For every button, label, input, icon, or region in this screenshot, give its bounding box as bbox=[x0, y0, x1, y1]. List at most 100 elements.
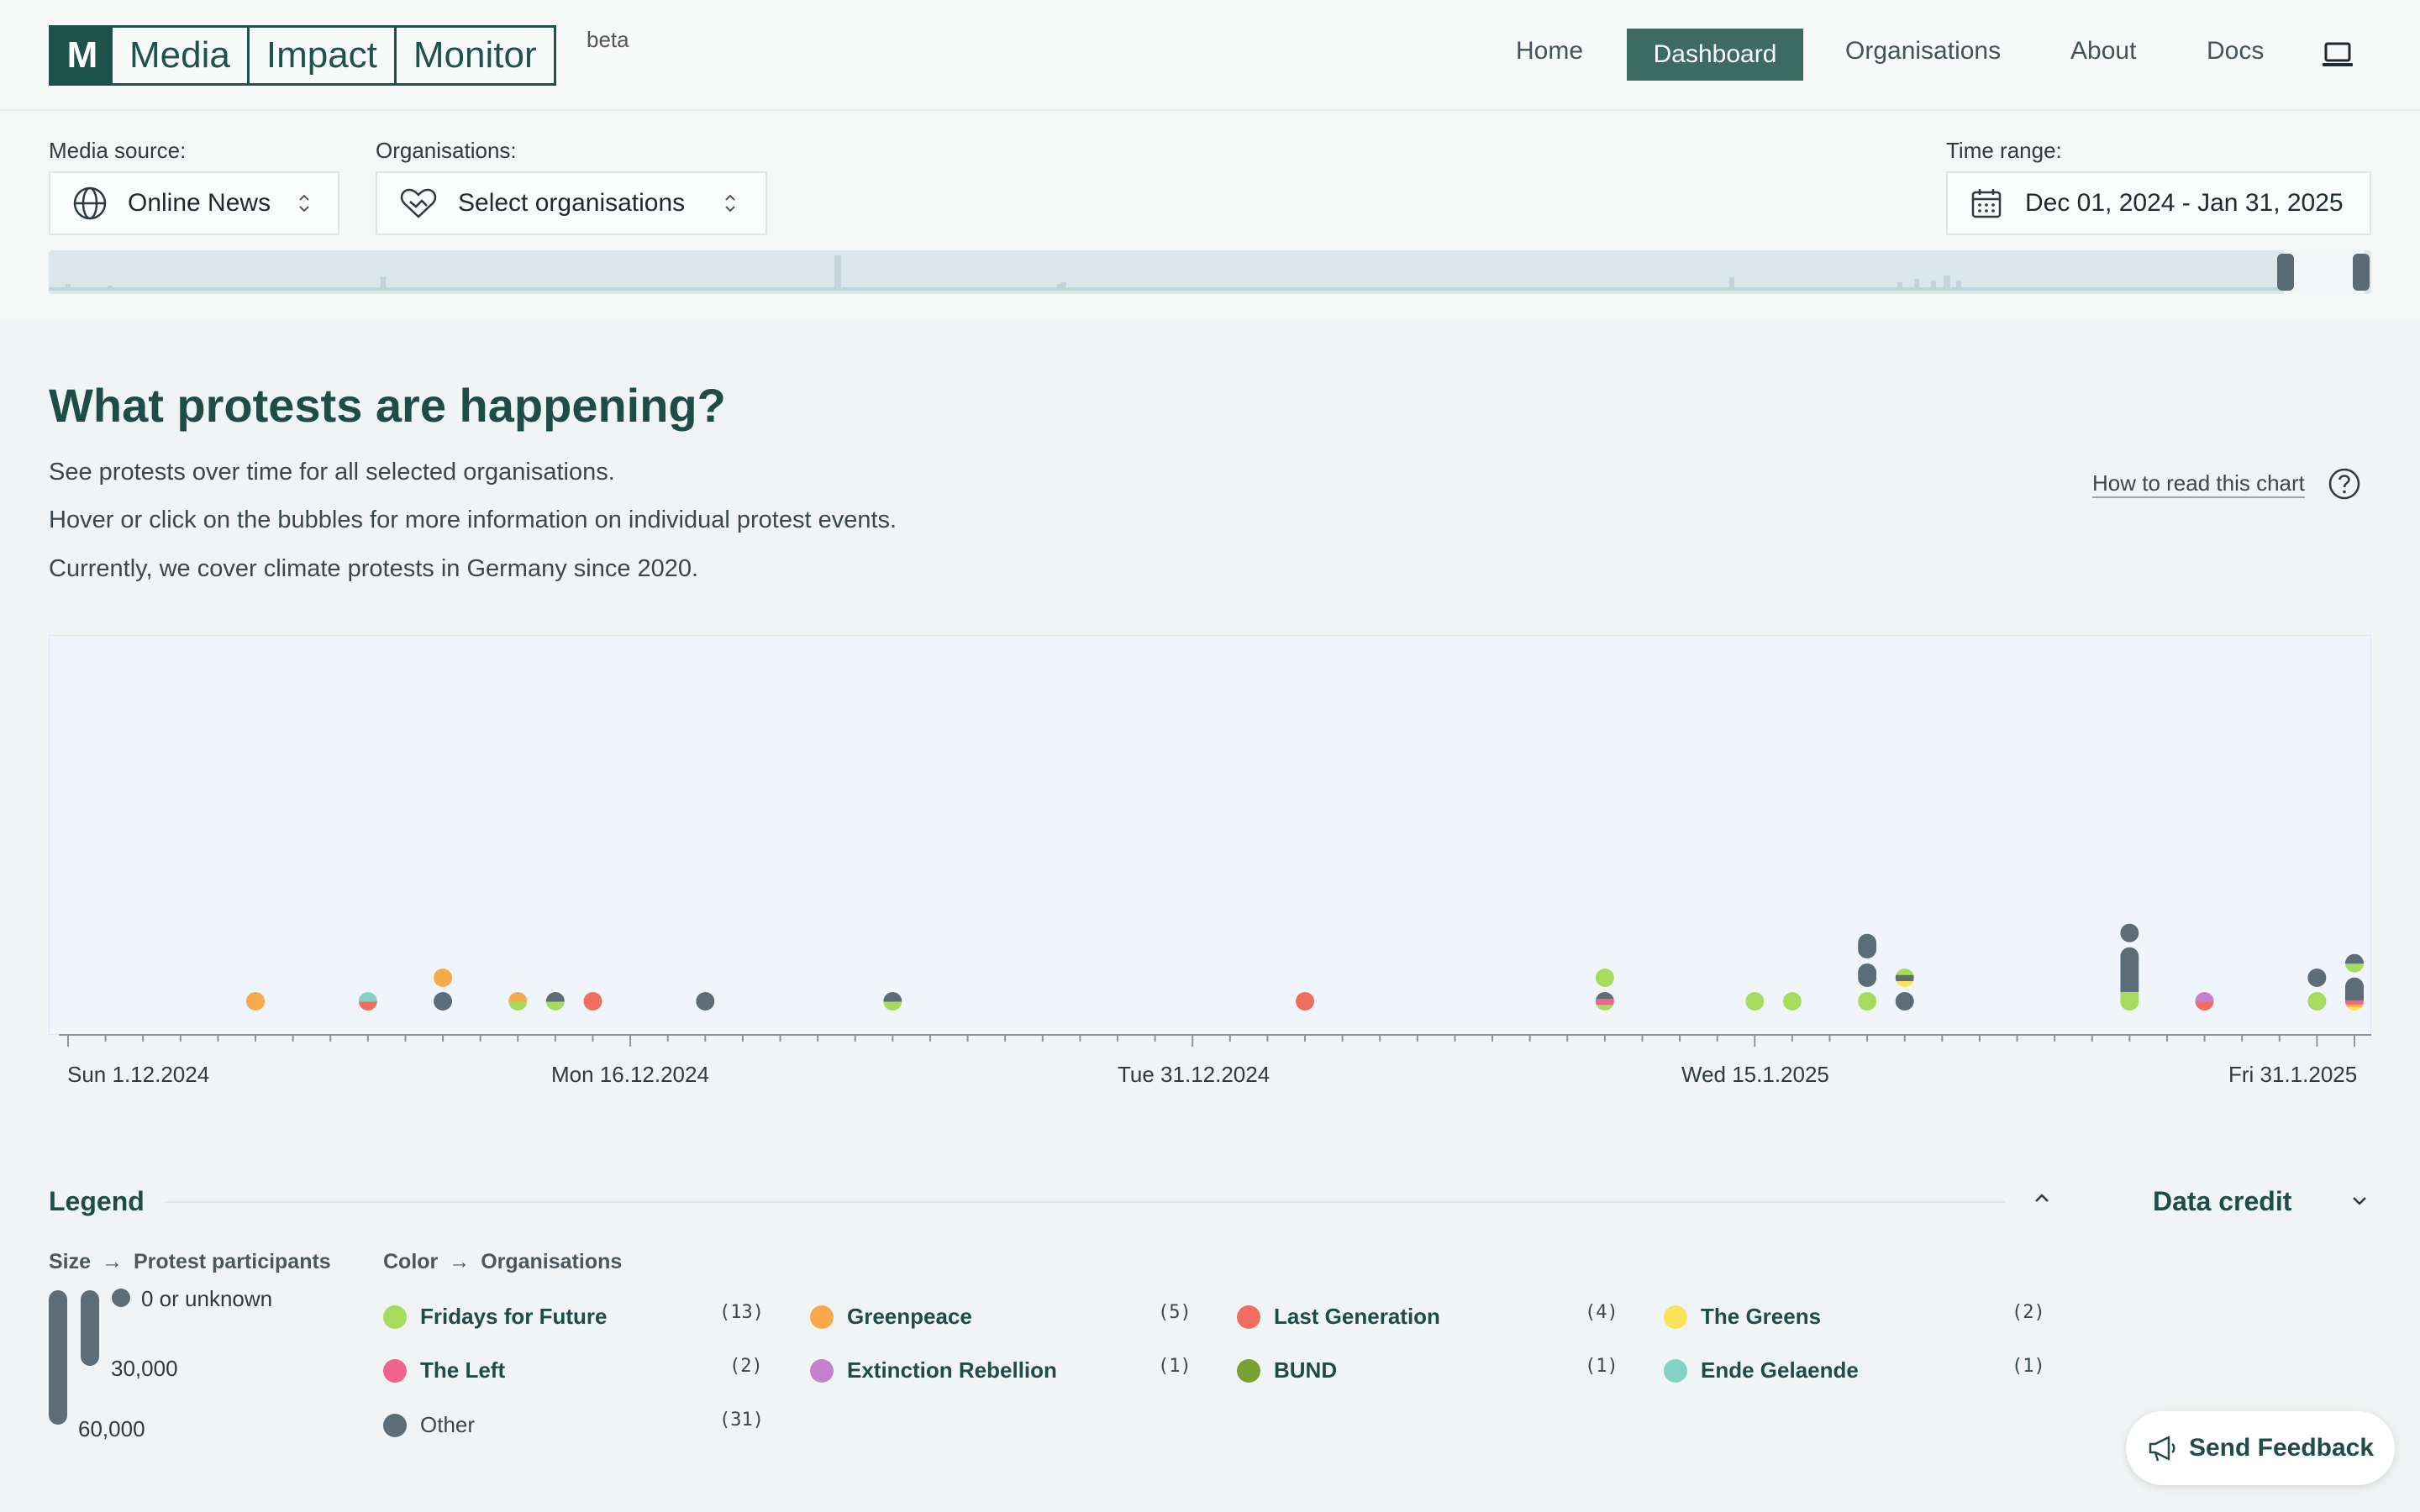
protest-event-segment bbox=[2195, 1001, 2214, 1011]
protest-event-bubble bbox=[508, 992, 528, 1011]
legend-swatch bbox=[383, 1358, 407, 1383]
protest-event-segment bbox=[358, 992, 377, 1002]
protest-event-bubble bbox=[2120, 923, 2139, 942]
protest-event-segment bbox=[545, 1001, 565, 1011]
protest-event-segment bbox=[1782, 992, 1802, 1011]
protest-event-segment bbox=[434, 992, 453, 1011]
protest-event-segment bbox=[508, 1001, 528, 1011]
protest-event-bubble bbox=[434, 992, 453, 1011]
protest-event-segment bbox=[358, 1001, 377, 1011]
protest-event-segment bbox=[2120, 991, 2139, 1011]
protest-event-segment bbox=[1858, 992, 1877, 1011]
protest-event-segment bbox=[246, 992, 266, 1011]
protest-event-segment bbox=[2120, 947, 2139, 992]
protest-chart[interactable] bbox=[0, 0, 2420, 1512]
legend-count: (13) bbox=[719, 1302, 764, 1323]
protest-event-bubble bbox=[1782, 992, 1802, 1011]
protest-event-segment bbox=[2345, 1004, 2364, 1007]
arrow-right-icon: → bbox=[449, 1250, 471, 1273]
size-bar-large bbox=[49, 1290, 67, 1425]
protest-event-bubble bbox=[434, 969, 453, 987]
legend-item-ende-gelaende[interactable]: Ende Gelaende bbox=[1664, 1357, 1859, 1383]
protest-event-bubble bbox=[2307, 969, 2327, 987]
protest-event-segment bbox=[2345, 977, 2364, 1000]
size-legend-heading: Size → Protest participants bbox=[49, 1250, 331, 1273]
protest-event-segment bbox=[1895, 992, 1914, 1011]
protest-event-bubble bbox=[1296, 992, 1315, 1011]
chevron-down-icon[interactable] bbox=[2349, 1194, 2370, 1208]
chevron-up-icon[interactable] bbox=[2032, 1191, 2052, 1205]
protest-event-segment bbox=[2345, 1000, 2364, 1005]
legend-swatch bbox=[810, 1305, 834, 1329]
x-tick-label: Tue 31.12.2024 bbox=[1118, 1062, 1270, 1087]
protest-event-bubble bbox=[246, 992, 266, 1011]
size-label-0: 0 or unknown bbox=[141, 1286, 273, 1311]
legend-count: (1) bbox=[2012, 1356, 2045, 1377]
protest-event-segment bbox=[434, 969, 453, 987]
legend-swatch bbox=[810, 1358, 834, 1383]
protest-event-segment bbox=[883, 992, 902, 1002]
size-label-60000: 60,000 bbox=[78, 1416, 145, 1441]
x-tick-label: Mon 16.12.2024 bbox=[551, 1062, 709, 1087]
protest-event-bubble bbox=[1895, 969, 1914, 987]
protest-event-segment bbox=[2345, 1006, 2364, 1011]
protest-event-bubble bbox=[1595, 969, 1614, 987]
legend-item-extinction-rebellion[interactable]: Extinction Rebellion bbox=[810, 1357, 1057, 1383]
protest-event-bubble bbox=[883, 992, 902, 1011]
protest-event-bubble bbox=[1745, 992, 1765, 1011]
protest-event-segment bbox=[545, 992, 565, 1002]
protest-event-bubble bbox=[1858, 992, 1877, 1011]
legend-item-greenpeace[interactable]: Greenpeace bbox=[810, 1304, 972, 1330]
protest-event-bubble bbox=[358, 992, 377, 1011]
legend-count: (2) bbox=[729, 1356, 763, 1377]
legend-swatch bbox=[383, 1305, 407, 1329]
protest-event-segment bbox=[2307, 992, 2327, 1011]
protest-event-bubble bbox=[545, 992, 565, 1011]
protest-event-segment bbox=[1595, 969, 1614, 987]
legend-item-bund[interactable]: BUND bbox=[1237, 1357, 1337, 1383]
megaphone-icon bbox=[2149, 1436, 2175, 1462]
x-tick-label: Wed 15.1.2025 bbox=[1681, 1062, 1829, 1087]
protest-event-segment bbox=[508, 992, 528, 1002]
protest-event-segment bbox=[1858, 933, 1877, 958]
protest-event-segment bbox=[1296, 992, 1315, 1011]
size-dot-small bbox=[112, 1289, 130, 1307]
x-tick-label: Sun 1.12.2024 bbox=[67, 1062, 210, 1087]
arrow-right-icon: → bbox=[101, 1250, 123, 1273]
protest-event-segment bbox=[2120, 923, 2139, 942]
protest-event-segment bbox=[1895, 974, 1914, 982]
legend-count: (2) bbox=[2012, 1302, 2045, 1323]
protest-event-bubble bbox=[2120, 947, 2139, 1011]
size-label-30000: 30,000 bbox=[111, 1356, 178, 1381]
protest-event-bubble bbox=[696, 992, 715, 1011]
protest-event-bubble bbox=[1858, 933, 1877, 958]
legend-item-other[interactable]: Other bbox=[383, 1412, 475, 1438]
legend-count: (1) bbox=[1585, 1356, 1618, 1377]
legend-item-the-left[interactable]: The Left bbox=[383, 1357, 505, 1383]
legend-count: (1) bbox=[1158, 1356, 1192, 1377]
protest-event-segment bbox=[583, 992, 602, 1011]
color-legend-heading: Color → Organisations bbox=[383, 1250, 623, 1273]
protest-event-segment bbox=[883, 1001, 902, 1011]
protest-event-segment bbox=[2307, 969, 2327, 987]
protest-event-segment bbox=[1895, 969, 1914, 975]
protest-event-segment bbox=[696, 992, 715, 1011]
protest-event-segment bbox=[2345, 963, 2364, 973]
legend-item-fridays-for-future[interactable]: Fridays for Future bbox=[383, 1304, 607, 1330]
protest-event-segment bbox=[1595, 992, 1614, 999]
protest-event-bubble bbox=[1895, 992, 1914, 1011]
legend-count: (4) bbox=[1585, 1302, 1618, 1323]
protest-event-segment bbox=[1595, 998, 1614, 1005]
protest-event-segment bbox=[1895, 980, 1914, 987]
protest-event-bubble bbox=[583, 992, 602, 1011]
protest-event-bubble bbox=[2195, 992, 2214, 1011]
data-credit-title[interactable]: Data credit bbox=[2153, 1186, 2291, 1217]
protest-event-segment bbox=[1745, 992, 1765, 1011]
protest-event-segment bbox=[1858, 963, 1877, 987]
legend-swatch bbox=[1237, 1358, 1260, 1383]
send-feedback-button[interactable]: Send Feedback bbox=[2126, 1411, 2395, 1485]
protest-event-bubble bbox=[1858, 963, 1877, 987]
legend-item-last-generation[interactable]: Last Generation bbox=[1237, 1304, 1440, 1330]
protest-event-bubble bbox=[2307, 992, 2327, 1011]
legend-item-the-greens[interactable]: The Greens bbox=[1664, 1304, 1821, 1330]
